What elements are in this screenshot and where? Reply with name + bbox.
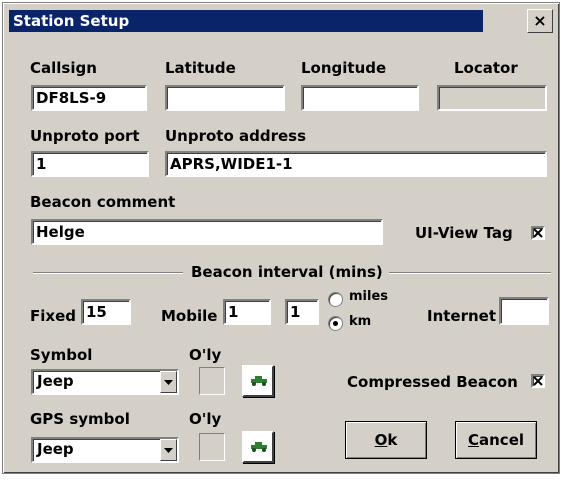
gps-symbol-select[interactable]: Jeep	[31, 437, 179, 463]
beacon-comment-label: Beacon comment	[30, 193, 176, 211]
gps-symbol-select-value: Jeep	[37, 440, 74, 458]
group-divider-left	[33, 272, 183, 274]
locator-input	[437, 85, 547, 111]
longitude-input[interactable]	[301, 85, 419, 111]
symbol-overlay-box[interactable]	[199, 367, 225, 395]
gps-symbol-overlay-label: O'ly	[189, 410, 222, 428]
window-title: Station Setup	[9, 10, 483, 32]
cancel-mnemonic: C	[467, 431, 479, 449]
km-label: km	[349, 314, 372, 329]
compressed-beacon-checkbox[interactable]	[531, 374, 545, 388]
jeep-icon	[251, 442, 267, 452]
symbol-label: Symbol	[30, 346, 93, 364]
uiview-tag-checkbox[interactable]	[531, 226, 545, 240]
unproto-address-input[interactable]: APRS,WIDE1-1	[165, 151, 547, 177]
group-divider-right	[389, 272, 551, 274]
locator-label: Locator	[454, 59, 518, 77]
check-x-icon	[533, 376, 543, 386]
symbol-select[interactable]: Jeep	[31, 369, 179, 395]
callsign-label: Callsign	[30, 59, 97, 77]
close-button[interactable]: ×	[527, 9, 553, 33]
gps-symbol-dropdown-button[interactable]	[160, 439, 177, 461]
beacon-comment-input[interactable]: Helge	[31, 219, 383, 245]
radio-km[interactable]	[328, 316, 343, 331]
symbol-select-value: Jeep	[37, 372, 74, 390]
title-bar: Station Setup ×	[7, 7, 555, 33]
distance-input[interactable]: 1	[285, 299, 319, 325]
chevron-down-icon	[164, 380, 173, 385]
check-x-icon	[533, 228, 543, 238]
station-setup-dialog: Station Setup × Callsign DF8LS-9 Latitud…	[2, 2, 560, 474]
radio-miles[interactable]	[328, 292, 343, 307]
unproto-port-input[interactable]: 1	[31, 151, 149, 177]
ok-button[interactable]: Ok	[345, 421, 427, 459]
beacon-interval-label: Beacon interval (mins)	[191, 263, 383, 281]
chevron-down-icon	[164, 448, 173, 453]
mobile-interval-input[interactable]: 1	[223, 299, 271, 325]
close-icon: ×	[533, 11, 547, 30]
gps-symbol-label: GPS symbol	[30, 410, 130, 428]
jeep-icon	[251, 376, 267, 386]
symbol-dropdown-button[interactable]	[160, 371, 177, 393]
compressed-beacon-label: Compressed Beacon	[347, 373, 518, 391]
cancel-label-rest: ancel	[479, 431, 525, 449]
gps-symbol-picker-button[interactable]	[242, 431, 274, 463]
symbol-overlay-label: O'ly	[189, 346, 222, 364]
miles-label: miles	[349, 289, 389, 304]
callsign-input[interactable]: DF8LS-9	[31, 85, 147, 111]
unproto-address-label: Unproto address	[165, 127, 307, 145]
ok-label-rest: k	[387, 431, 398, 449]
uiview-tag-label: UI-View Tag	[415, 224, 513, 242]
ok-mnemonic: O	[374, 431, 388, 449]
longitude-label: Longitude	[301, 59, 387, 77]
mobile-label: Mobile	[161, 307, 218, 325]
cancel-button[interactable]: Cancel	[455, 421, 537, 459]
fixed-interval-input[interactable]: 15	[81, 299, 131, 325]
internet-label: Internet	[427, 307, 497, 325]
unproto-port-label: Unproto port	[30, 127, 140, 145]
symbol-picker-button[interactable]	[242, 365, 274, 397]
internet-interval-input[interactable]	[499, 297, 549, 325]
fixed-label: Fixed	[30, 307, 76, 325]
gps-symbol-overlay-box[interactable]	[199, 433, 225, 461]
latitude-label: Latitude	[165, 59, 236, 77]
latitude-input[interactable]	[165, 85, 285, 111]
